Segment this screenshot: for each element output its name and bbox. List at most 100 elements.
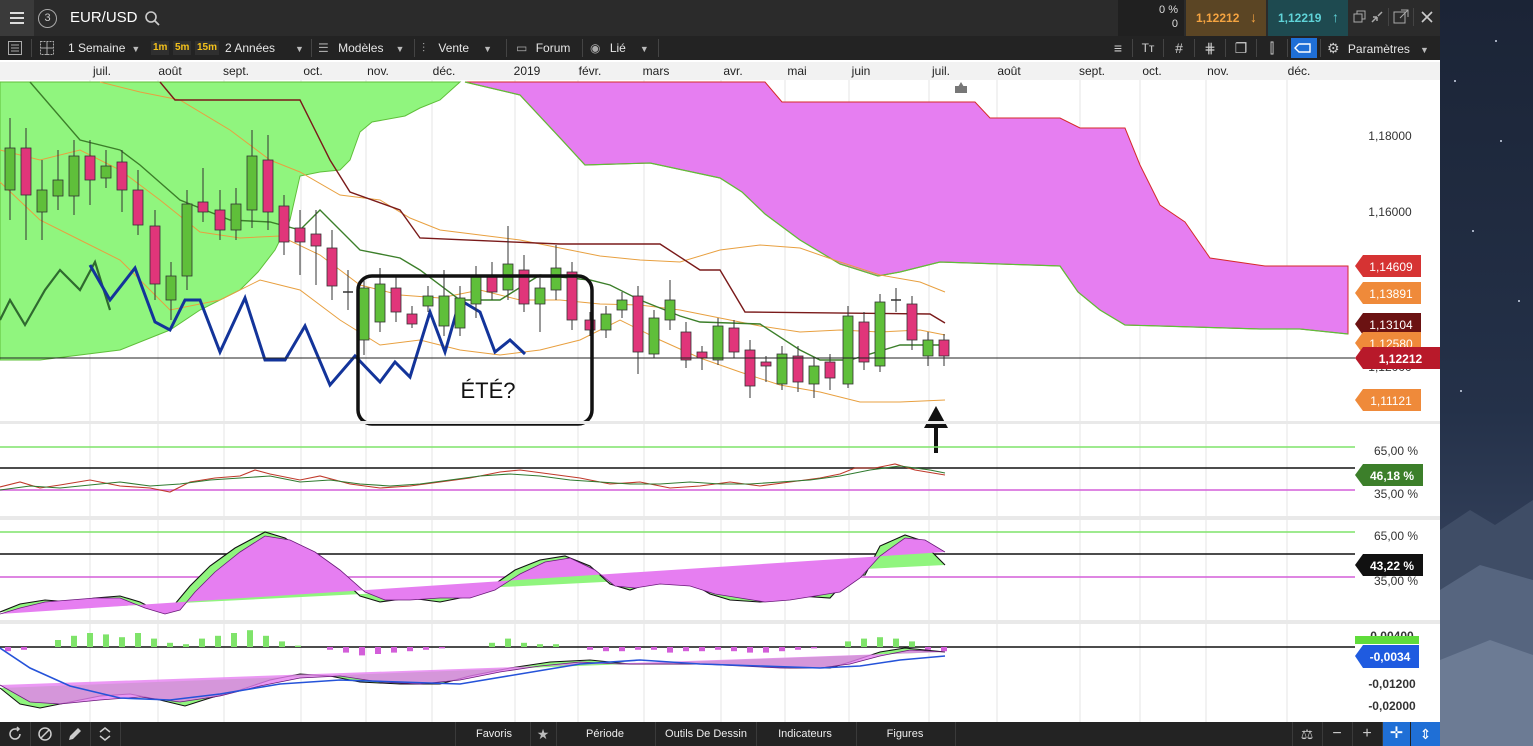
crosshair-icon[interactable]: ✛ (1383, 722, 1410, 746)
layout-number-badge[interactable]: 3 (38, 9, 57, 28)
sell-dropdown[interactable]: ⫶ Vente ▼ (422, 36, 492, 60)
kumo-bearish-cloud (464, 81, 1349, 335)
timeframe-15m[interactable]: 15m (195, 41, 220, 55)
no-entry-icon[interactable] (37, 726, 53, 742)
price-label: 1,16000 (1368, 205, 1412, 219)
zoom-out-icon[interactable]: − (1324, 722, 1350, 746)
stoch-low-label: 35,00 % (1374, 574, 1418, 588)
histogram-bar (811, 647, 817, 649)
month-label: avr. (723, 64, 742, 78)
candle-body (20, 147, 32, 196)
range-label: 2 Années (225, 41, 276, 55)
arrow-up-icon: ↑ (1332, 9, 1339, 25)
shrink-button[interactable] (1368, 8, 1386, 26)
histogram-bar (423, 647, 429, 650)
panel-divider[interactable] (0, 516, 1440, 520)
change-box: 0 % 0 (1118, 0, 1184, 36)
candle-body (922, 339, 934, 357)
panel-divider[interactable] (0, 421, 1440, 424)
tag-button[interactable] (1291, 38, 1317, 58)
candle-body (84, 155, 96, 181)
timeframe-5m[interactable]: 5m (173, 41, 192, 55)
ask-price-box[interactable]: 1,12219 ↑ (1268, 0, 1348, 36)
histogram-bar (231, 633, 237, 647)
candle-body (197, 201, 209, 213)
templates-dropdown[interactable]: ☰ Modèles ▼ (318, 36, 404, 60)
candle-body (470, 275, 482, 305)
month-label: nov. (367, 64, 389, 78)
candle-body (874, 301, 886, 367)
grid-layout-icon[interactable] (40, 41, 54, 55)
candle-body (664, 299, 676, 321)
favorites-button[interactable]: Favoris (460, 722, 528, 746)
candle-body (262, 159, 274, 213)
candle-body (132, 189, 144, 226)
figures-button[interactable]: Figures (858, 722, 952, 746)
close-button[interactable] (1419, 9, 1435, 25)
magnet-icon[interactable] (97, 726, 113, 742)
candle-body (358, 287, 370, 341)
month-label: sept. (1079, 64, 1105, 78)
month-label: 2019 (514, 64, 541, 78)
grid-icon[interactable]: # (1168, 36, 1190, 60)
macd-axis-label: -0,01200 (1368, 677, 1416, 691)
panel-divider[interactable] (0, 620, 1440, 624)
panel-icon[interactable] (8, 41, 22, 55)
timeframe-1m[interactable]: 1m (151, 41, 170, 55)
histogram-bar (667, 647, 673, 653)
forum-button[interactable]: ▭ Forum (516, 36, 570, 60)
histogram-bar (151, 638, 157, 647)
price-chart[interactable]: juil. août sept. oct. nov. déc. 2019 févr. mars a… (0, 60, 1440, 722)
pencil-icon[interactable] (67, 726, 83, 742)
crosshair-settings-icon[interactable]: ⋕ (1199, 36, 1221, 60)
windows-icon[interactable]: ❐ (1230, 36, 1252, 60)
external-window-icon (1393, 9, 1409, 24)
zoom-in-icon[interactable]: + (1354, 722, 1380, 746)
candle-body (906, 303, 918, 341)
star-icon[interactable]: ★ (532, 722, 554, 746)
candle-body (858, 321, 870, 363)
bid-price-box[interactable]: 1,12212 ↓ (1186, 0, 1266, 36)
histogram-bar (683, 647, 689, 652)
chevron-down-icon: ▼ (131, 44, 141, 54)
period-dropdown[interactable]: 1 Semaine ▼ (68, 36, 140, 60)
templates-label: Modèles (338, 41, 384, 55)
candle-body (534, 287, 546, 305)
popout-button[interactable] (1393, 9, 1409, 25)
restore-window-button[interactable] (1352, 10, 1366, 24)
histogram-bar (55, 640, 61, 647)
arrow-up-annotation[interactable] (924, 406, 948, 453)
range-dropdown[interactable]: 2 Années ▼ (225, 36, 304, 60)
month-label: août (997, 64, 1021, 78)
tools-icon[interactable]: ⚖ (1294, 722, 1320, 746)
candle-body (824, 361, 836, 379)
vertical-expand-icon[interactable]: ⇕ (1411, 722, 1440, 746)
histogram-bar (603, 647, 609, 652)
histogram-bar (103, 634, 109, 647)
macd-histogram (5, 630, 947, 656)
candle-body (214, 209, 226, 231)
ask-price: 1,12219 (1278, 11, 1322, 25)
text-size-icon[interactable]: Tт (1137, 36, 1159, 60)
month-label: févr. (579, 64, 602, 78)
menu-button[interactable] (0, 0, 34, 36)
macd-signal-area (0, 649, 946, 705)
top-bar: 3 EUR/USD 0 % 0 1,12212 ↓ 1,12219 ↑ (0, 0, 1440, 36)
search-icon[interactable] (144, 10, 160, 26)
chevron-down-icon: ▼ (483, 44, 492, 54)
histogram-bar (5, 647, 11, 652)
kumo-bullish-cloud (0, 81, 462, 361)
refresh-icon[interactable] (7, 726, 23, 742)
list-icon[interactable]: ≡ (1108, 36, 1128, 60)
drawing-tools-button[interactable]: Outils De Dessin (658, 722, 754, 746)
indicators-button[interactable]: Indicateurs (758, 722, 852, 746)
settings-dropdown[interactable]: ⚙ Paramètres ▼ (1327, 36, 1429, 60)
candle-body (230, 203, 242, 231)
histogram-bar (763, 647, 769, 653)
period-button[interactable]: Période (560, 722, 650, 746)
histogram-bar (21, 647, 27, 650)
symbol-name[interactable]: EUR/USD (70, 0, 138, 36)
candles-icon[interactable]: ⫿ (1261, 36, 1283, 60)
linked-dropdown[interactable]: ◉ Lié ▼ (590, 36, 649, 60)
month-label: nov. (1207, 64, 1229, 78)
